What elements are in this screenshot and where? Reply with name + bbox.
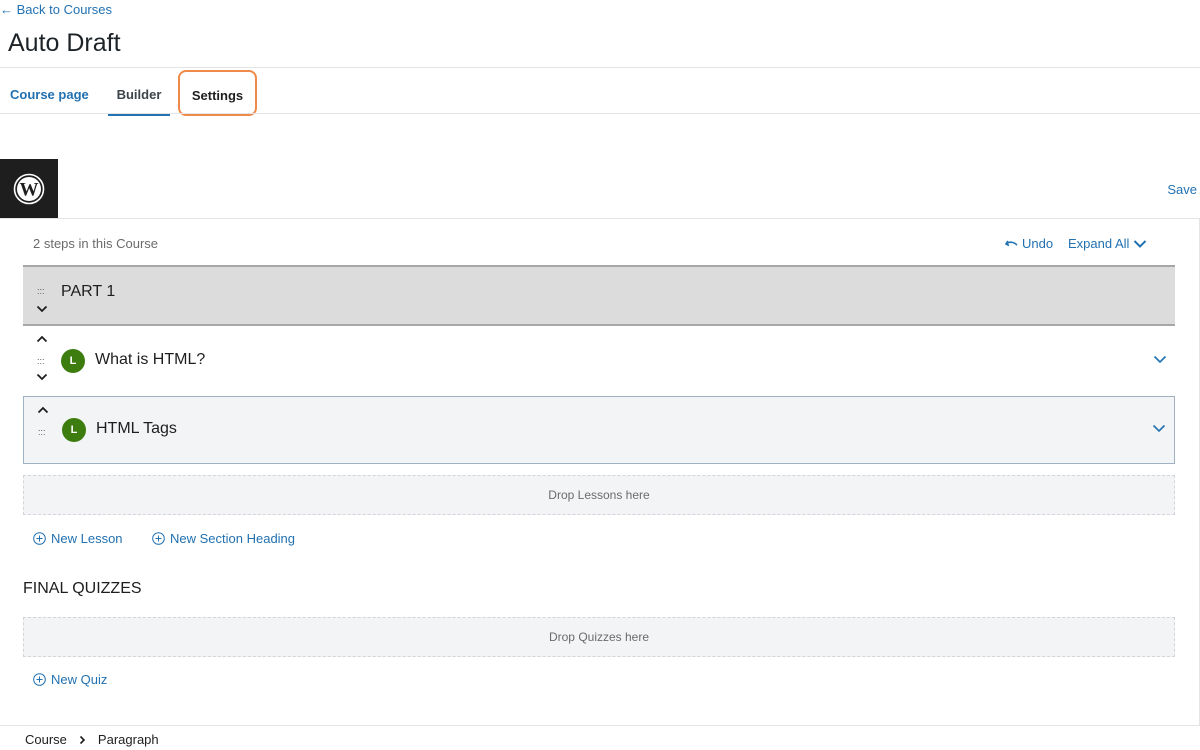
new-lesson-button[interactable]: New Lesson <box>33 531 123 546</box>
plus-circle-icon <box>33 532 46 545</box>
tab-settings[interactable]: Settings <box>178 70 257 116</box>
page-title: Auto Draft <box>8 29 121 57</box>
tab-bar: Course page Builder Settings <box>0 70 1200 116</box>
svg-text:W: W <box>20 179 39 200</box>
drag-handle-icon[interactable]: ::: <box>38 428 46 437</box>
move-up-icon[interactable] <box>37 406 49 414</box>
breadcrumb-paragraph[interactable]: Paragraph <box>98 732 159 747</box>
chevron-right-icon <box>79 735 86 744</box>
tab-builder[interactable]: Builder <box>108 70 170 116</box>
block-breadcrumb: Course Paragraph <box>25 732 159 747</box>
chevron-down-icon[interactable] <box>1152 424 1166 433</box>
tabs-divider <box>0 113 1200 114</box>
move-down-icon[interactable] <box>36 373 48 381</box>
undo-label: Undo <box>1022 236 1054 251</box>
lesson-badge: L <box>61 349 85 373</box>
new-quiz-label: New Quiz <box>51 672 108 687</box>
new-lesson-label: New Lesson <box>51 531 123 546</box>
lesson-row[interactable]: ::: L What is HTML? <box>23 327 1175 395</box>
drop-lessons-zone[interactable]: Drop Lessons here <box>23 475 1175 515</box>
chevron-down-icon[interactable] <box>36 305 48 313</box>
expand-all-label: Expand All <box>1068 236 1130 251</box>
tab-course-page[interactable]: Course page <box>10 70 89 114</box>
chevron-down-icon <box>1134 239 1147 248</box>
plus-circle-icon <box>33 673 46 686</box>
steps-count: 2 steps in this Course <box>33 236 159 251</box>
undo-button[interactable]: Undo <box>1005 236 1053 251</box>
wordpress-logo-button[interactable]: W <box>0 159 58 218</box>
drag-handle-icon[interactable]: ::: <box>37 357 45 366</box>
move-up-icon[interactable] <box>36 335 48 343</box>
title-divider <box>0 67 1200 68</box>
new-quiz-button[interactable]: New Quiz <box>33 672 107 687</box>
lesson-badge: L <box>62 418 86 442</box>
final-quizzes-heading: FINAL QUIZZES <box>23 580 142 597</box>
wordpress-icon: W <box>13 173 45 204</box>
lesson-title[interactable]: What is HTML? <box>95 351 205 369</box>
drag-handle-icon[interactable]: ::: <box>37 287 45 296</box>
new-section-heading-button[interactable]: New Section Heading <box>152 531 295 546</box>
save-button[interactable]: Save <box>1167 182 1197 197</box>
lesson-row[interactable]: ::: L HTML Tags <box>23 396 1175 464</box>
chevron-down-icon[interactable] <box>1153 355 1167 364</box>
course-builder: 2 steps in this Course Undo Expand All :… <box>0 218 1200 726</box>
new-section-heading-label: New Section Heading <box>170 531 296 546</box>
drop-quizzes-zone[interactable]: Drop Quizzes here <box>23 617 1175 657</box>
plus-circle-icon <box>152 532 165 545</box>
section-heading-row[interactable]: ::: PART 1 <box>23 265 1175 326</box>
breadcrumb-course[interactable]: Course <box>25 732 67 747</box>
section-title: PART 1 <box>61 283 116 300</box>
back-to-courses-link[interactable]: ← Back to Courses <box>0 2 112 17</box>
expand-all-button[interactable]: Expand All <box>1068 236 1147 251</box>
lesson-title[interactable]: HTML Tags <box>96 420 177 438</box>
undo-icon <box>1005 240 1018 246</box>
